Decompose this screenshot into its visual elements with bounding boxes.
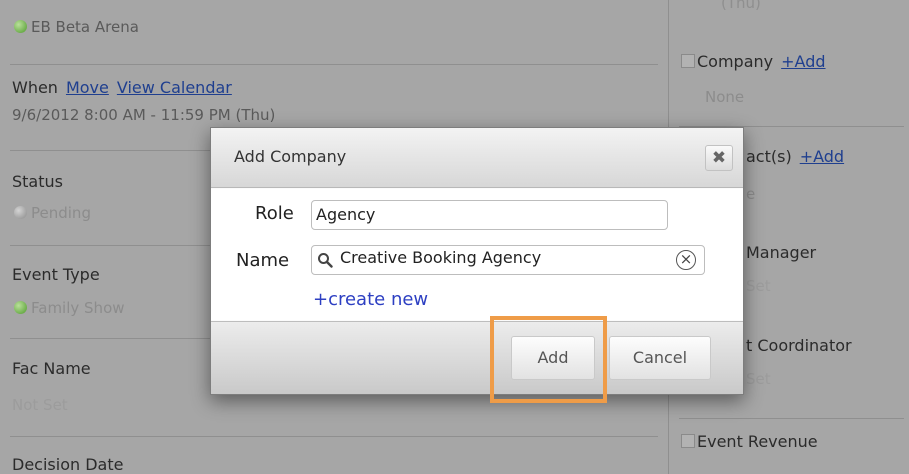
add-company-dialog: Add Company ✖ Role Agency Name Creative …	[210, 127, 744, 395]
when-label: When	[12, 78, 58, 97]
company-value: None	[705, 88, 745, 106]
highlight-box	[490, 316, 607, 403]
status-label: Status	[12, 172, 63, 191]
divider	[10, 245, 210, 246]
revenue-label: Event Revenue	[697, 432, 818, 451]
cancel-button[interactable]: Cancel	[609, 336, 711, 380]
event-type-label: Event Type	[12, 265, 100, 284]
event-type-value: Family Show	[31, 299, 125, 317]
location-row: EB Beta Arena	[14, 18, 139, 36]
company-label: Company	[697, 52, 774, 71]
company-row: Company +Add	[681, 52, 826, 71]
fac-name-label: Fac Name	[12, 359, 91, 378]
location-value: EB Beta Arena	[31, 18, 139, 36]
role-value: Agency	[316, 205, 376, 224]
dialog-header: Add Company ✖	[211, 128, 743, 188]
when-row: When Move View Calendar	[12, 78, 232, 97]
status-value: Pending	[31, 204, 91, 222]
status-row: Pending	[14, 204, 91, 222]
event-type-row: Family Show	[14, 299, 125, 317]
coordinator-value: Set	[746, 370, 771, 388]
revenue-row: Event Revenue	[681, 432, 818, 451]
sidebar-partial-text: (Thu)	[721, 0, 761, 12]
dialog-title: Add Company	[234, 147, 347, 166]
search-icon	[318, 253, 333, 268]
name-search-input[interactable]: Creative Booking Agency ×	[311, 245, 705, 275]
clear-icon[interactable]: ×	[676, 250, 696, 270]
name-value: Creative Booking Agency	[340, 248, 542, 267]
edit-icon	[681, 434, 695, 448]
status-dot-icon	[14, 20, 27, 33]
role-input[interactable]: Agency	[311, 200, 668, 230]
divider	[10, 338, 210, 339]
coordinator-label: t Coordinator	[746, 336, 852, 355]
view-calendar-link[interactable]: View Calendar	[117, 78, 232, 97]
divider	[679, 418, 904, 419]
divider	[10, 150, 210, 151]
name-label: Name	[236, 250, 290, 271]
add-company-link[interactable]: +Add	[781, 52, 825, 71]
manager-value: Set	[746, 277, 771, 295]
edit-icon	[681, 54, 695, 68]
dialog-footer: Add Cancel	[211, 321, 743, 394]
contacts-label: act(s)	[746, 147, 792, 166]
move-link[interactable]: Move	[66, 78, 109, 97]
contacts-row: act(s) +Add	[746, 147, 844, 166]
event-type-dot-icon	[14, 301, 27, 314]
close-icon[interactable]: ✖	[705, 145, 733, 171]
add-contact-link[interactable]: +Add	[800, 147, 844, 166]
role-label: Role	[255, 203, 294, 224]
create-new-link[interactable]: +create new	[313, 289, 428, 310]
contacts-value: e	[746, 185, 756, 203]
decision-date-label: Decision Date	[12, 455, 124, 474]
pending-dot-icon	[14, 206, 27, 219]
divider	[10, 436, 658, 437]
divider	[10, 64, 658, 65]
fac-name-value: Not Set	[12, 396, 68, 414]
event-datetime: 9/6/2012 8:00 AM - 11:59 PM (Thu)	[12, 106, 276, 124]
manager-label: Manager	[746, 243, 817, 262]
